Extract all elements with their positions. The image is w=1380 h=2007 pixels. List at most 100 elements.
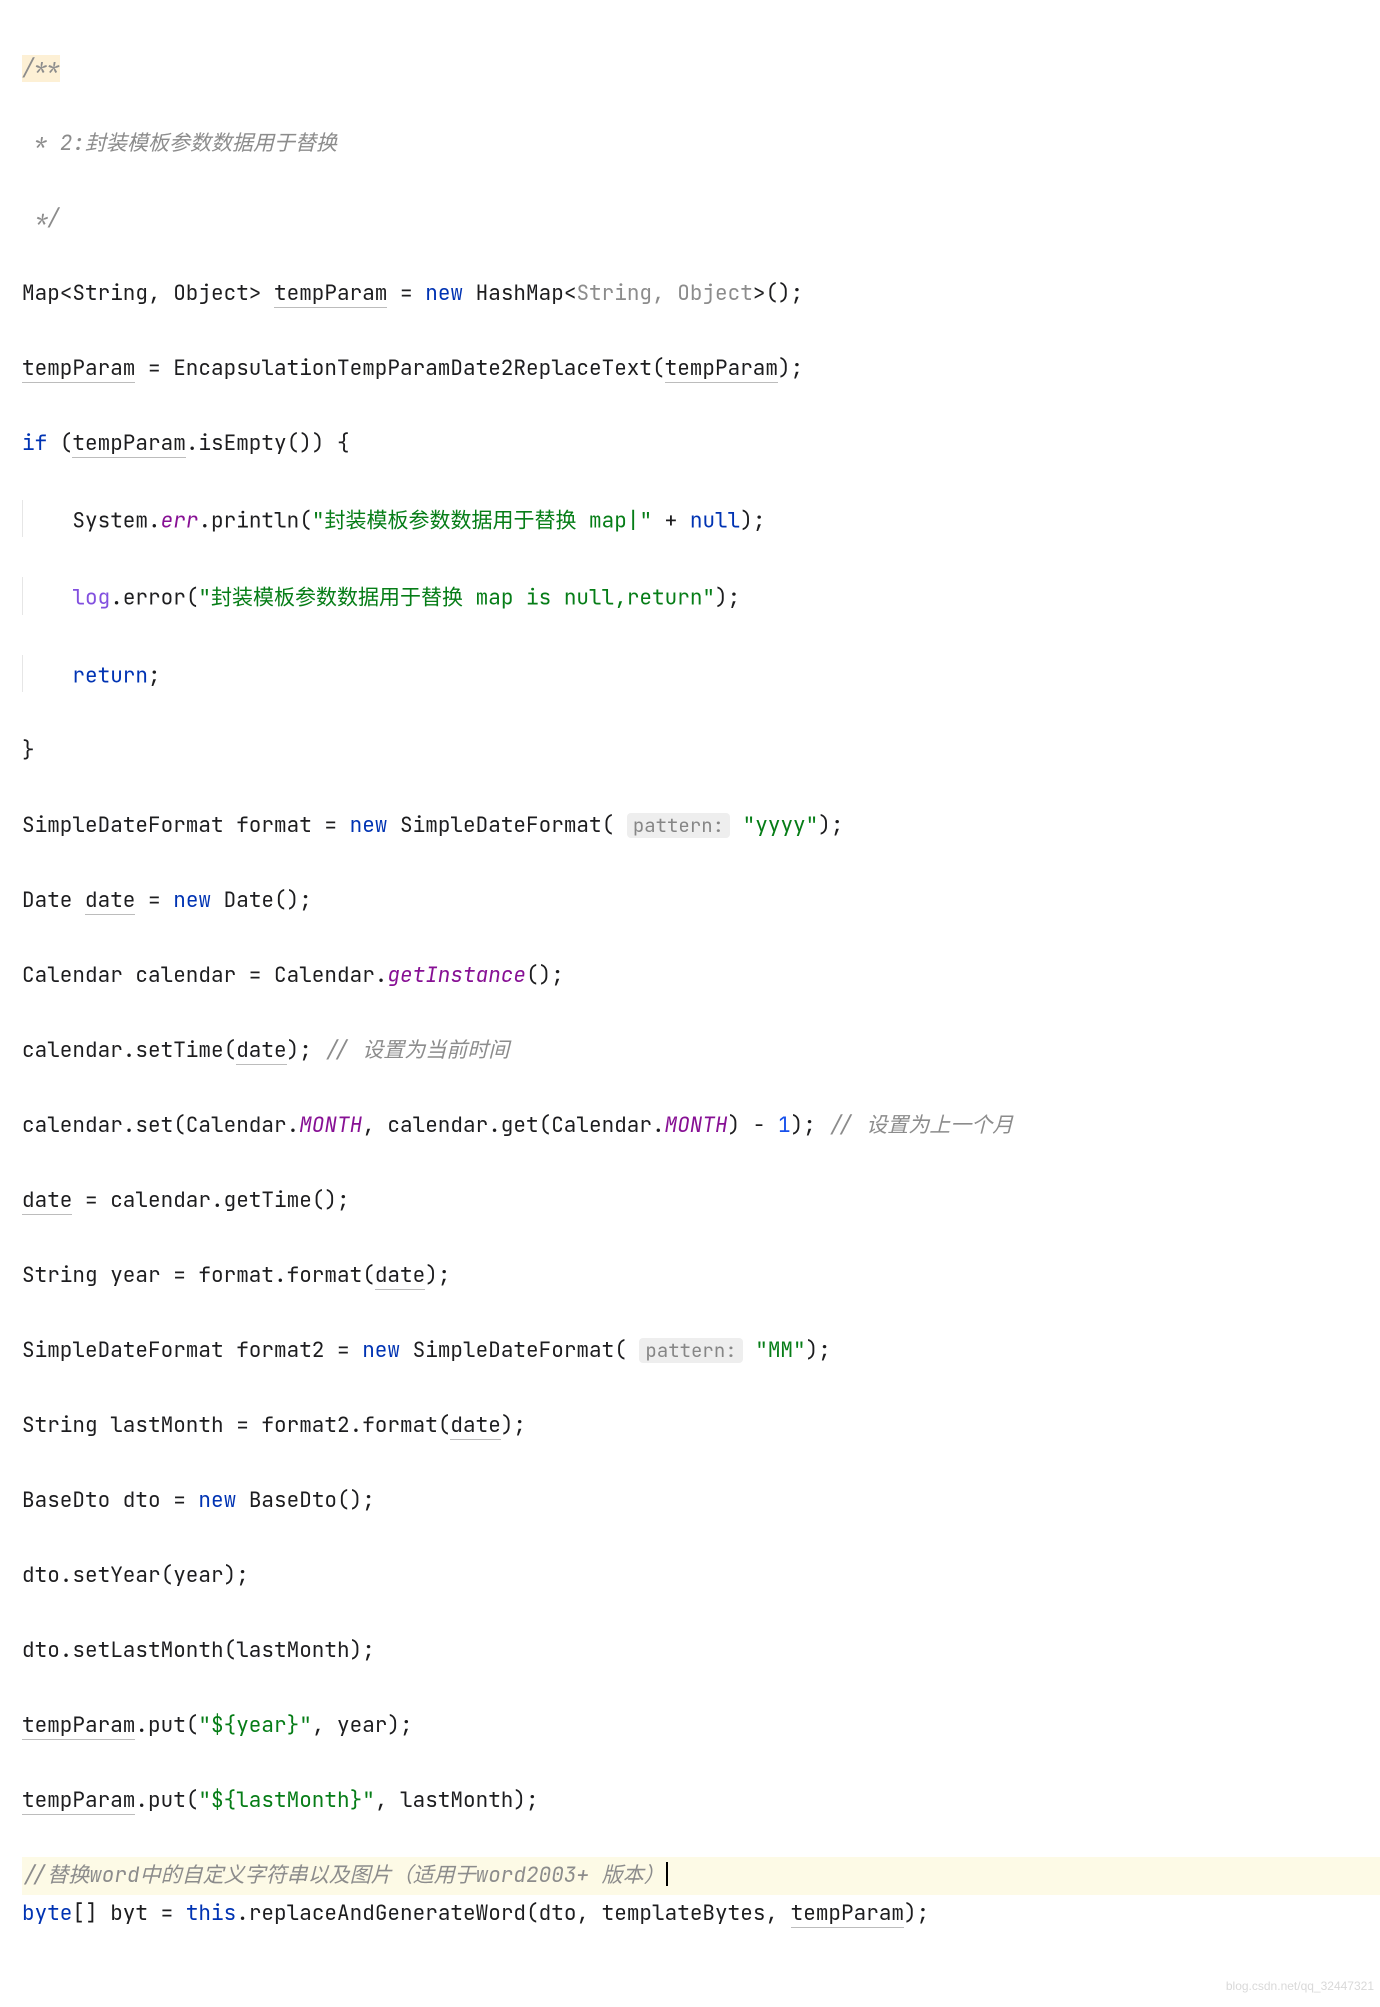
var-tempparam: tempParam xyxy=(22,1712,135,1740)
text: SimpleDateFormat( xyxy=(400,1337,639,1364)
text: ); xyxy=(740,507,765,534)
text: , lastMonth); xyxy=(375,1787,539,1814)
code-line: tempParam = EncapsulationTempParamDate2R… xyxy=(22,350,1380,388)
text: String year = format.format( xyxy=(22,1262,375,1289)
code-line-highlighted: //替换word中的自定义字符串以及图片（适用于word2003+ 版本） xyxy=(22,1857,1380,1895)
text: BaseDto dto = xyxy=(22,1487,198,1514)
text: ( xyxy=(47,430,72,457)
string-literal: "封装模板参数数据用于替换 map|" xyxy=(312,507,652,534)
code-line: calendar.set(Calendar.MONTH, calendar.ge… xyxy=(22,1107,1380,1145)
var-tempparam: tempParam xyxy=(22,1787,135,1815)
text: ); xyxy=(715,585,740,612)
code-line: date = calendar.getTime(); xyxy=(22,1182,1380,1220)
code-line: Map<String, Object> tempParam = new Hash… xyxy=(22,275,1380,313)
text: . xyxy=(148,507,161,534)
text: ); xyxy=(806,1337,831,1364)
text xyxy=(730,812,743,839)
number-literal: 1 xyxy=(778,1112,791,1139)
text: calendar.set(Calendar. xyxy=(22,1112,299,1139)
code-line: */ xyxy=(22,200,1380,238)
text: .isEmpty()) { xyxy=(186,430,350,457)
text: ); xyxy=(287,1037,325,1064)
comment: // 设置为上一个月 xyxy=(828,1112,1013,1139)
keyword-return: return xyxy=(72,662,148,689)
text: (); xyxy=(526,962,564,989)
code-line: * 2:封装模板参数数据用于替换 xyxy=(22,125,1380,163)
var-tempparam: tempParam xyxy=(665,355,778,383)
code-line: tempParam.put("${lastMonth}", lastMonth)… xyxy=(22,1782,1380,1820)
text: .put( xyxy=(135,1712,198,1739)
keyword-new: new xyxy=(362,1337,400,1364)
code-line: } xyxy=(22,732,1380,770)
comment: //替换word中的自定义字符串以及图片（适用于word2003+ 版本） xyxy=(22,1862,665,1889)
code-line: String lastMonth = format2.format(date); xyxy=(22,1407,1380,1445)
var-date: date xyxy=(85,887,135,915)
text xyxy=(743,1337,756,1364)
generic-hint: String, Object xyxy=(576,280,752,307)
code-line: if (tempParam.isEmpty()) { xyxy=(22,425,1380,463)
text: String lastMonth = format2.format( xyxy=(22,1412,450,1439)
javadoc-start: /** xyxy=(22,55,60,82)
code-line: System.err.println("封装模板参数数据用于替换 map|" +… xyxy=(22,500,1380,540)
keyword-new: new xyxy=(173,887,211,914)
text: calendar.setTime( xyxy=(22,1037,236,1064)
text: HashMap< xyxy=(463,280,576,307)
text: , calendar.get(Calendar. xyxy=(362,1112,664,1139)
text: ) - xyxy=(728,1112,778,1139)
code-line: Calendar calendar = Calendar.getInstance… xyxy=(22,957,1380,995)
code-line: calendar.setTime(date); // 设置为当前时间 xyxy=(22,1032,1380,1070)
text: ); xyxy=(425,1262,450,1289)
text: = xyxy=(387,280,425,307)
field-log: log xyxy=(72,585,110,612)
class-system: System xyxy=(72,507,148,534)
watermark-text: blog.csdn.net/qq_32447321 xyxy=(1226,1968,1374,2006)
javadoc-end: */ xyxy=(22,205,60,232)
keyword-new: new xyxy=(350,812,388,839)
var-tempparam: tempParam xyxy=(274,280,387,308)
text: ; xyxy=(148,662,161,689)
text: ); xyxy=(904,1900,929,1927)
text: .println( xyxy=(198,507,311,534)
string-literal: "封装模板参数数据用于替换 map is null,return" xyxy=(198,585,715,612)
var-tempparam: tempParam xyxy=(791,1900,904,1928)
var-date: date xyxy=(375,1262,425,1290)
text: dto.setYear(year); xyxy=(22,1562,249,1589)
code-line: /** xyxy=(22,50,1380,88)
keyword-if: if xyxy=(22,430,47,457)
caret-icon xyxy=(666,1862,668,1886)
var-date: date xyxy=(22,1187,72,1215)
text: ); xyxy=(778,355,803,382)
text: , year); xyxy=(312,1712,413,1739)
method-getinstance: getInstance xyxy=(387,962,526,989)
indent xyxy=(22,507,72,534)
indent xyxy=(22,585,72,612)
text: .error( xyxy=(110,585,198,612)
param-hint-pattern: pattern: xyxy=(627,813,730,838)
code-line: log.error("封装模板参数数据用于替换 map is null,retu… xyxy=(22,577,1380,617)
var-tempparam: tempParam xyxy=(72,430,185,458)
text: ); xyxy=(501,1412,526,1439)
brace-close: } xyxy=(22,737,35,764)
string-literal: "MM" xyxy=(755,1337,805,1364)
code-line: dto.setYear(year); xyxy=(22,1557,1380,1595)
code-line: BaseDto dto = new BaseDto(); xyxy=(22,1482,1380,1520)
keyword-new: new xyxy=(425,280,463,307)
keyword-null: null xyxy=(690,507,740,534)
javadoc-body: * 2:封装模板参数数据用于替换 xyxy=(22,130,337,157)
text: Map<String, Object> xyxy=(22,280,274,307)
text: = EncapsulationTempParamDate2ReplaceText… xyxy=(135,355,664,382)
text: BaseDto(); xyxy=(236,1487,375,1514)
var-date: date xyxy=(450,1412,500,1440)
text: .put( xyxy=(135,1787,198,1814)
text: Calendar calendar = Calendar. xyxy=(22,962,387,989)
text: Date(); xyxy=(211,887,312,914)
text: dto.setLastMonth(lastMonth); xyxy=(22,1637,375,1664)
indent xyxy=(22,662,72,689)
text: ); xyxy=(791,1112,829,1139)
text: >(); xyxy=(753,280,803,307)
code-editor[interactable]: /** * 2:封装模板参数数据用于替换 */ Map<String, Obje… xyxy=(0,0,1380,2007)
var-tempparam: tempParam xyxy=(22,355,135,383)
text: = calendar.getTime(); xyxy=(72,1187,349,1214)
var-date: date xyxy=(236,1037,286,1065)
code-line: SimpleDateFormat format = new SimpleDate… xyxy=(22,807,1380,845)
